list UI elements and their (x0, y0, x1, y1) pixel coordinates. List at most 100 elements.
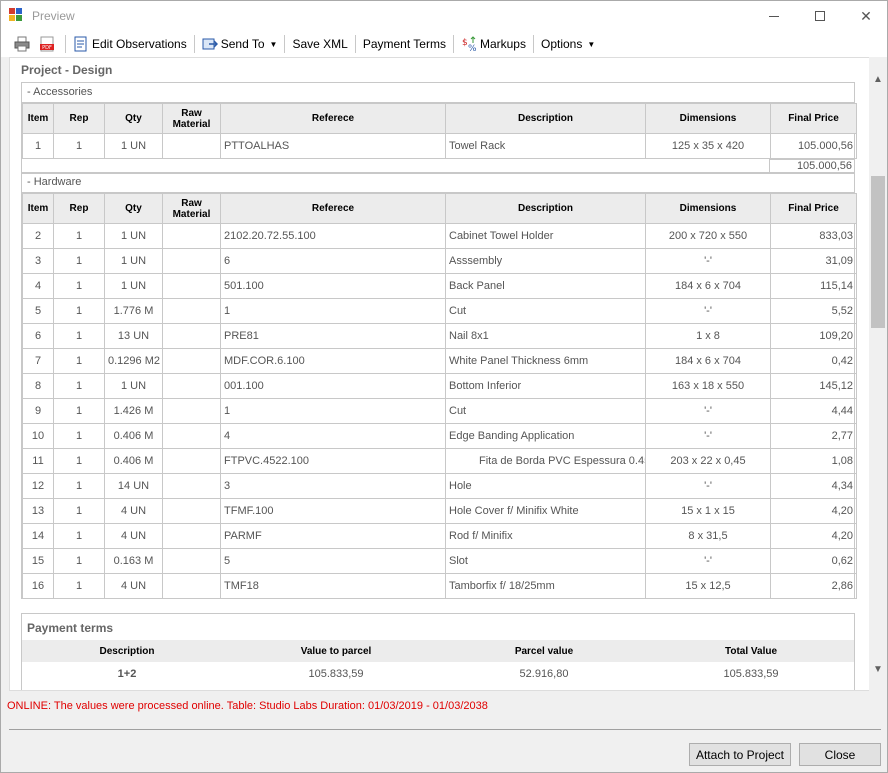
reference-value: 3 (220, 473, 446, 499)
column-header: Dimensions (645, 193, 771, 224)
rep-value: 1 (53, 348, 105, 374)
app-icon (9, 8, 25, 24)
subtotal-row: 105.000,56 (22, 159, 854, 173)
dimensions-value: 1 x 8 (645, 323, 771, 349)
raw-material-value (162, 448, 221, 474)
report-preview[interactable]: Project - Design - Accessories Item Rep Qt… (9, 57, 871, 691)
item-number: 12 (22, 473, 54, 499)
attach-to-project-button[interactable]: Attach to Project (689, 743, 791, 766)
svg-text:$: $ (462, 38, 468, 48)
table-row: 6 1 13 UN PRE81 Nail 8x1 1 x 8 109,20 (22, 323, 857, 349)
print-button[interactable] (11, 33, 36, 55)
reference-value: PARMF (220, 523, 446, 549)
chevron-down-icon: ▼ (587, 39, 596, 49)
rep-value: 1 (53, 133, 105, 159)
value-to-parcel: 105.833,59 (308, 668, 364, 680)
dimensions-value: 163 x 18 x 550 (645, 373, 771, 399)
item-number: 9 (22, 398, 54, 424)
column-header: Raw Material (162, 193, 221, 224)
description-value: Edge Banding Application (445, 423, 646, 449)
dimensions-value: '-' (645, 473, 771, 499)
qty-value: 0.1296 M2 (104, 348, 163, 374)
column-header: Description (445, 193, 646, 224)
column-header: Dimensions (645, 103, 771, 134)
rep-value: 1 (53, 448, 105, 474)
description-value: Asssembly (445, 248, 646, 274)
rep-value: 1 (53, 248, 105, 274)
table-row: 311 UN 6 Asssembly '-' 31,09 (22, 248, 857, 274)
save-xml-button[interactable]: Save XML (289, 33, 350, 55)
reference-value: PTTOALHAS (220, 133, 446, 159)
qty-value: 13 UN (104, 323, 163, 349)
qty-value: 4 UN (104, 523, 163, 549)
item-number: 13 (22, 498, 54, 524)
edit-observations-button[interactable]: Edit Observations (70, 33, 190, 55)
close-button[interactable]: Close (799, 743, 881, 766)
divider (9, 729, 881, 730)
qty-value: 1 UN (104, 273, 163, 299)
dimensions-value: 184 x 6 x 704 (645, 348, 771, 374)
maximize-button[interactable] (797, 1, 843, 31)
raw-material-value (162, 498, 221, 524)
table-row: 811 UN 001.100 Bottom Inferior 163 x 18 x 5… (22, 373, 857, 399)
column-header: Referece (220, 193, 446, 224)
description-value: Bottom Inferior (445, 373, 646, 399)
payment-terms-title: Payment terms (27, 621, 114, 635)
rep-value: 1 (53, 423, 105, 449)
pdf-button[interactable]: PDF (36, 33, 61, 55)
reference-value: 1 (220, 298, 446, 324)
send-icon (202, 36, 218, 52)
markups-label: Markups (479, 37, 526, 51)
payment-terms-button[interactable]: Payment Terms (360, 33, 449, 55)
svg-text:PDF: PDF (42, 45, 52, 51)
table-row: 11 1 0.406 M FTPVC.4522.100 Fita de Borda PV… (22, 448, 857, 474)
hardware-group: - Hardware Item Rep Qty Raw Material Referec… (21, 172, 857, 599)
markups-button[interactable]: $% Markups (458, 33, 529, 55)
vertical-scrollbar[interactable]: ▲ ▼ (869, 57, 887, 691)
raw-material-value (162, 398, 221, 424)
scroll-down-icon[interactable]: ▼ (869, 661, 887, 679)
send-to-menu[interactable]: Send To ▼ (199, 33, 281, 55)
rep-value: 1 (53, 473, 105, 499)
close-window-button[interactable]: ✕ (843, 1, 888, 31)
qty-value: 1 UN (104, 133, 163, 159)
column-header: Description (22, 640, 232, 662)
reference-value: 5 (220, 548, 446, 574)
scroll-up-icon[interactable]: ▲ (869, 71, 887, 89)
window-title: Preview (32, 9, 75, 23)
raw-material-value (162, 248, 221, 274)
dimensions-value: 15 x 1 x 15 (645, 498, 771, 524)
rep-value: 1 (53, 298, 105, 324)
item-number: 7 (22, 348, 54, 374)
qty-value: 1.426 M (104, 398, 163, 424)
column-header: Value to parcel (232, 640, 440, 662)
column-header: Referece (220, 103, 446, 134)
item-number: 5 (22, 298, 54, 324)
rep-value: 1 (53, 223, 105, 249)
rep-value: 1 (53, 523, 105, 549)
options-label: Options (540, 37, 583, 51)
final-price-value: 4,44 (770, 398, 857, 424)
final-price-value: 145,12 (770, 373, 857, 399)
scroll-thumb[interactable] (871, 176, 885, 328)
minimize-button[interactable] (751, 1, 797, 31)
final-price-value: 0,42 (770, 348, 857, 374)
options-menu[interactable]: Options ▼ (538, 33, 598, 55)
final-price-value: 4,20 (770, 498, 857, 524)
description-value: Cabinet Towel Holder (445, 223, 646, 249)
column-header: Item (22, 103, 54, 134)
toolbar: PDF Edit Observations Send To ▼ Save XML… (1, 31, 887, 57)
table-row: 1+2 105.833,59 52.916,80 105.833,59 (22, 662, 854, 686)
final-price-value: 115,14 (770, 273, 857, 299)
qty-value: 0.406 M (104, 423, 163, 449)
table-row: 10 1 0.406 M 4 Edge Banding Application '-' 2,… (22, 423, 857, 449)
reference-value: PRE81 (220, 323, 446, 349)
status-message: ONLINE: The values were processed online… (7, 700, 488, 712)
payment-terms-label: Payment Terms (362, 37, 446, 51)
table-row: 211 UN 2102.20.72.55.100 Cabinet Towel Hol… (22, 223, 857, 249)
final-price-value: 4,20 (770, 523, 857, 549)
final-price-value: 1,08 (770, 448, 857, 474)
raw-material-value (162, 298, 221, 324)
raw-material-value (162, 348, 221, 374)
column-header: Final Price (770, 103, 857, 134)
